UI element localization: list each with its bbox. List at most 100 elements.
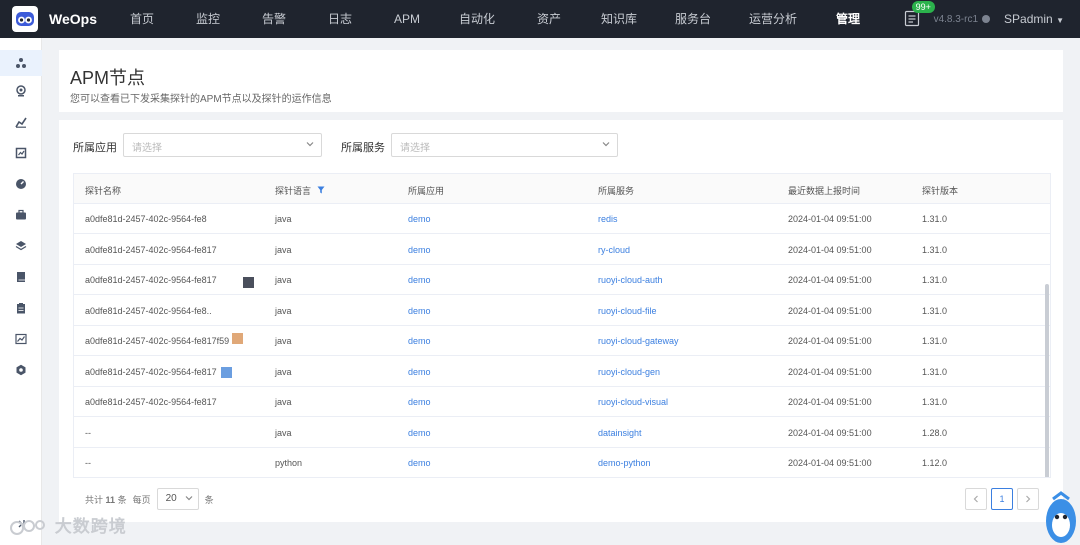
cell-app[interactable]: demo: [408, 336, 431, 346]
notification-button[interactable]: 99+: [904, 1, 935, 29]
cell-last-report-time: 2024-01-04 09:51:00: [788, 305, 872, 316]
cell-app[interactable]: demo: [408, 214, 431, 224]
sidebar-item-nodes[interactable]: [13, 55, 29, 71]
watermark-logo-icon: [10, 519, 45, 535]
cell-app[interactable]: demo: [408, 275, 431, 285]
nav-item-apm[interactable]: APM: [373, 0, 441, 38]
webcam-icon: [16, 85, 26, 97]
cell-probe-language: python: [275, 458, 303, 468]
brand-name: WeOps: [49, 11, 97, 27]
app-filter-label: 所属应用: [73, 142, 117, 154]
assistant-mascot-icon[interactable]: [1043, 491, 1079, 545]
chevron-down-icon: [185, 496, 193, 501]
column-header-last-report-time: 最近数据上报时间: [788, 186, 861, 196]
sidebar: [0, 38, 42, 545]
info-icon[interactable]: [982, 15, 991, 23]
nav-item-service-desk[interactable]: 服务台: [653, 0, 733, 38]
sidebar-item-analysis[interactable]: [13, 331, 29, 347]
cell-last-report-time: 2024-01-04 09:51:00: [788, 336, 872, 346]
total-value: 11: [105, 494, 116, 505]
page-number-button[interactable]: 1: [991, 488, 1013, 510]
user-menu[interactable]: SPadmin ▼: [1004, 12, 1064, 26]
column-header-probe-version: 探针版本: [922, 186, 959, 196]
prev-page-button[interactable]: [965, 488, 987, 510]
filter-icon[interactable]: [317, 186, 325, 194]
column-header-app: 所属应用: [408, 186, 445, 196]
app-filter-select[interactable]: 请选择: [123, 133, 322, 157]
cell-probe-language: java: [275, 366, 292, 377]
cell-service[interactable]: ruoyi-cloud-gateway: [598, 336, 679, 346]
cell-probe-name: --: [85, 427, 91, 438]
chevron-right-icon: [1026, 495, 1031, 503]
nav-menu: 首页 监控 告警 日志 APM 自动化 资产 知识库 服务台 运营分析 管理: [109, 0, 883, 38]
cell-service[interactable]: redis: [598, 214, 618, 224]
color-swatch-orange: [232, 333, 243, 344]
sidebar-item-tasks[interactable]: [13, 300, 29, 316]
nav-item-home[interactable]: 首页: [109, 0, 175, 38]
cell-service[interactable]: ruoyi-cloud-visual: [598, 397, 668, 407]
cell-probe-version: 1.31.0: [922, 366, 948, 377]
nav-item-automation[interactable]: 自动化: [441, 0, 513, 38]
cell-last-report-time: 2024-01-04 09:51:00: [788, 244, 872, 255]
logo[interactable]: [12, 6, 38, 32]
main-card: 所属应用 请选择 所属服务 请选择 探针名称 探针语言 所属应用 所属服务 最近…: [59, 120, 1063, 522]
nav-item-log[interactable]: 日志: [307, 0, 373, 38]
cell-probe-name: a0dfe81d-2457-402c-9564-fe817: [85, 244, 217, 255]
cell-app[interactable]: demo: [408, 306, 431, 316]
cell-probe-name: a0dfe81d-2457-402c-9564-fe8: [85, 214, 207, 224]
cell-app[interactable]: demo: [408, 428, 431, 438]
sidebar-item-report[interactable]: [13, 145, 29, 161]
apm-node-table: 探针名称 探针语言 所属应用 所属服务 最近数据上报时间 探针版本 a0dfe8…: [73, 173, 1051, 478]
cell-probe-version: 1.31.0: [922, 397, 948, 407]
cell-app[interactable]: demo: [408, 458, 431, 468]
table-scrollbar[interactable]: [1044, 204, 1050, 477]
sidebar-item-settings[interactable]: [13, 362, 29, 378]
cell-probe-language: java: [275, 275, 292, 285]
sidebar-item-probe[interactable]: [13, 83, 29, 99]
color-swatch-dark: [243, 277, 254, 288]
cell-last-report-time: 2024-01-04 09:51:00: [788, 214, 872, 224]
nav-item-assets[interactable]: 资产: [513, 0, 585, 38]
column-header-probe-language[interactable]: 探针语言: [275, 184, 325, 197]
nav-item-knowledge[interactable]: 知识库: [585, 0, 653, 38]
sidebar-item-toolbox[interactable]: [13, 207, 29, 223]
table-row: a0dfe81d-2457-402c-9564-fe817 java demo ruo…: [74, 387, 1050, 417]
cell-service[interactable]: ruoyi-cloud-auth: [598, 275, 663, 285]
cell-service[interactable]: demo-python: [598, 458, 651, 468]
cell-probe-version: 1.31.0: [922, 214, 948, 224]
cell-last-report-time: 2024-01-04 09:51:00: [788, 397, 872, 407]
cell-service[interactable]: datainsight: [598, 428, 642, 438]
trend-chart-icon: [15, 117, 27, 128]
nav-item-analytics[interactable]: 运营分析: [733, 0, 813, 38]
table-row: -- java demo datainsight 2024-01-04 09:51:00…: [74, 418, 1050, 448]
sidebar-item-trend[interactable]: [13, 114, 29, 130]
nav-item-alert[interactable]: 告警: [241, 0, 307, 38]
next-page-button[interactable]: [1017, 488, 1039, 510]
service-filter-select[interactable]: 请选择: [391, 133, 618, 157]
cell-service[interactable]: ry-cloud: [598, 245, 630, 255]
watermark-text: 大数跨境: [54, 517, 127, 536]
sidebar-item-dashboard[interactable]: [13, 176, 29, 192]
cell-service[interactable]: ruoyi-cloud-file: [598, 306, 657, 316]
nav-item-monitor[interactable]: 监控: [175, 0, 241, 38]
column-header-service: 所属服务: [598, 186, 635, 196]
chevron-down-icon: [602, 142, 610, 147]
service-filter-placeholder: 请选择: [400, 143, 430, 154]
cell-app[interactable]: demo: [408, 397, 431, 407]
cell-app[interactable]: demo: [408, 245, 431, 255]
nav-item-manage[interactable]: 管理: [813, 0, 883, 38]
top-nav: WeOps 首页 监控 告警 日志 APM 自动化 资产 知识库 服务台 运营分…: [0, 0, 1080, 38]
cell-probe-version: 1.12.0: [922, 458, 948, 468]
cell-probe-language: java: [275, 305, 292, 316]
table-scrollbar-thumb[interactable]: [1045, 284, 1049, 477]
cell-probe-language: java: [275, 244, 292, 255]
cell-service[interactable]: ruoyi-cloud-gen: [598, 367, 660, 377]
page-size-select[interactable]: 20: [156, 488, 199, 510]
sidebar-item-docs[interactable]: [13, 269, 29, 285]
gauge-icon: [16, 179, 26, 189]
line-chart-icon: [15, 333, 27, 345]
table-row: a0dfe81d-2457-402c-9564-fe8 java demo redis…: [74, 204, 1050, 234]
sidebar-item-layers[interactable]: [13, 238, 29, 254]
cell-probe-version: 1.31.0: [922, 244, 948, 255]
cell-app[interactable]: demo: [408, 367, 431, 377]
